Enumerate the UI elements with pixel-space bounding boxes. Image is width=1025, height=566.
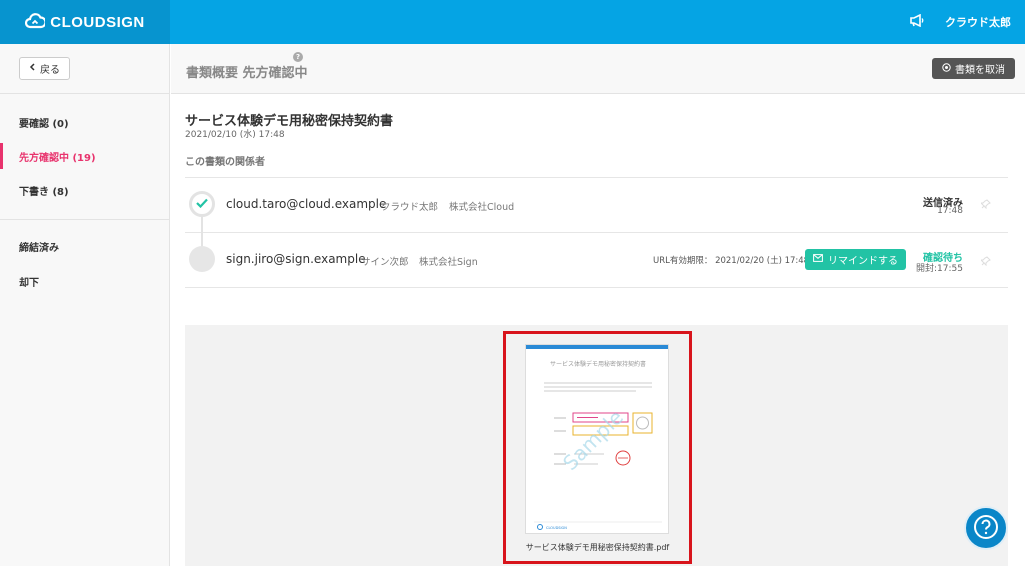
participant-email: cloud.taro@cloud.example [226, 197, 387, 211]
sidebar-item-rejected[interactable]: 却下 [0, 268, 169, 294]
sidebar-item-concluded[interactable]: 締結済み [0, 233, 169, 259]
participant-email: sign.jiro@sign.example [226, 252, 366, 266]
back-label: 戻る [40, 65, 60, 76]
sidebar-item-awaiting-partner[interactable]: 先方確認中 (19) [0, 143, 169, 169]
participants-heading: この書類の関係者 [185, 157, 265, 168]
sidebar-top: 戻る [0, 44, 169, 94]
status-time: 17:48 [937, 206, 963, 216]
participant-company: 株式会社Sign [419, 257, 478, 268]
mail-icon [813, 254, 823, 265]
divider [185, 287, 1008, 288]
sent-status-circle [189, 191, 215, 217]
cloud-logo-icon [25, 12, 47, 32]
help-button[interactable] [964, 506, 1008, 550]
question-icon [973, 514, 999, 543]
pin-icon [979, 256, 991, 269]
megaphone-icon[interactable] [910, 13, 925, 30]
url-expiry: URL有効期限： 2021/02/20 (土) 17:48 [653, 256, 810, 266]
chevron-left-icon [29, 63, 35, 74]
cancel-circle-icon [942, 62, 951, 75]
sample-watermark: Sample [558, 405, 628, 475]
participant-name: クラウド太郎 [381, 202, 439, 213]
remind-button[interactable]: リマインドする [805, 249, 906, 270]
logo-text: CLOUDSIGN [50, 13, 145, 31]
sidebar-item-drafts[interactable]: 下書き (8) [0, 177, 169, 203]
remind-label: リマインドする [828, 256, 898, 267]
sidebar-divider [0, 219, 169, 220]
help-icon[interactable]: ? [293, 52, 303, 62]
sidebar-item-needs-review[interactable]: 要確認 (0) [0, 109, 169, 135]
page-footer-logo: CLOUDSIGN [546, 526, 567, 530]
file-name: サービス体験デモ用秘密保持契約書.pdf [525, 543, 670, 552]
top-bar: CLOUDSIGN クラウド太郎 [0, 0, 1025, 44]
page-thumbnail-title: サービス体験デモ用秘密保持契約書 [550, 360, 646, 368]
participant-name: サイン次郎 [361, 257, 409, 268]
page-title: 書類概要 先方確認中 [186, 66, 308, 81]
user-menu[interactable]: クラウド太郎 [945, 14, 1011, 30]
pin-icon [979, 199, 991, 212]
logo[interactable]: CLOUDSIGN [0, 0, 170, 44]
cancel-document-button[interactable]: 書類を取消 [932, 58, 1015, 79]
divider [185, 177, 1008, 178]
document-page-thumbnail[interactable]: サービス体験デモ用秘密保持契約書 Sample CLOUDSIGN [525, 344, 669, 534]
check-icon [196, 197, 208, 211]
status-time: 開封:17:55 [916, 264, 963, 274]
sidebar: 戻る 要確認 (0) 先方確認中 (19) 下書き (8) 締結済み 却下 [0, 44, 170, 566]
content-header: 書類概要 先方確認中 ? 書類を取消 [171, 44, 1025, 94]
document-date: 2021/02/10 (水) 17:48 [185, 130, 285, 140]
participant-company: 株式会社Cloud [449, 202, 515, 213]
pending-status-circle [189, 246, 215, 272]
back-button[interactable]: 戻る [19, 57, 70, 80]
divider [185, 232, 1008, 233]
cancel-label: 書類を取消 [955, 65, 1005, 76]
